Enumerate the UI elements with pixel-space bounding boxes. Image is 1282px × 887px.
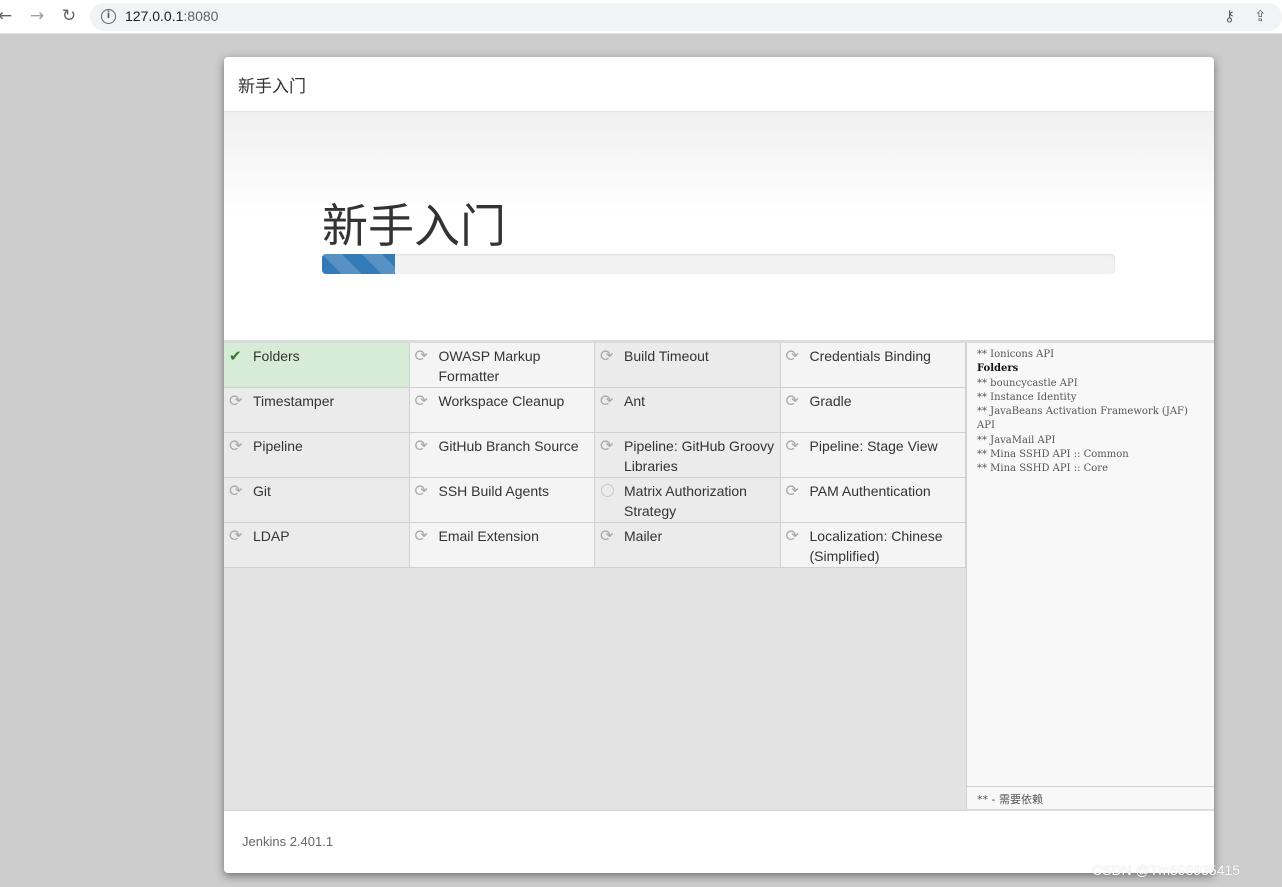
plugin-item: ⟳ GitHub Branch Source xyxy=(409,433,595,478)
refresh-icon: ⟳ xyxy=(229,481,243,500)
install-progress-fill xyxy=(322,254,395,274)
plugin-item: ⟳ SSH Build Agents xyxy=(409,478,595,523)
refresh-icon: ⟳ xyxy=(229,391,243,410)
browser-toolbar: ← → ↻ i 127.0.0.1:8080 ⚷ ⇪ xyxy=(0,0,1282,34)
plugin-name: Ant xyxy=(624,393,646,409)
install-progress-bar xyxy=(322,254,1115,274)
jenkins-version: Jenkins 2.401.1 xyxy=(242,834,334,849)
refresh-icon: ⟳ xyxy=(414,391,428,410)
reload-icon[interactable]: ↻ xyxy=(58,5,80,27)
plugin-item: ⟳ OWASP Markup Formatter xyxy=(409,343,595,388)
plugin-item: ⟳ Pipeline: GitHub Groovy Libraries xyxy=(595,433,781,478)
log-line: ** bouncycastle API xyxy=(977,377,1078,389)
dialog-header: 新手入门 xyxy=(224,57,1214,112)
refresh-icon: ⟳ xyxy=(600,526,614,545)
site-info-icon[interactable]: i xyxy=(101,9,116,24)
log-line: ** Instance Identity xyxy=(977,391,1077,403)
plugin-name: Workspace Cleanup xyxy=(438,393,565,409)
plugin-item: ⟳ Pipeline: Stage View xyxy=(780,433,966,478)
log-legend: ** - 需要依赖 xyxy=(967,786,1214,809)
plugin-name: Localization: Chinese (Simplified) xyxy=(809,528,943,564)
plugin-name: Timestamper xyxy=(253,393,335,409)
plugin-name: Folders xyxy=(253,348,300,364)
plugin-name: OWASP Markup Formatter xyxy=(438,348,541,384)
refresh-icon: ⟳ xyxy=(600,436,614,455)
plugin-name: PAM Authentication xyxy=(809,483,931,499)
refresh-icon: ⟳ xyxy=(229,526,243,545)
plugin-name: Credentials Binding xyxy=(809,348,931,364)
dialog-title: 新手入门 xyxy=(238,77,306,97)
log-line: ** Mina SSHD API :: Common xyxy=(977,449,1129,461)
install-content: ✔ Folders ⟳ OWASP Markup Formatter ⟳ Build Ti… xyxy=(224,343,1214,809)
refresh-icon: ⟳ xyxy=(785,391,799,410)
plugin-name: LDAP xyxy=(253,528,290,544)
refresh-icon: ⟳ xyxy=(600,391,614,410)
plugin-item: ⟳ Pipeline xyxy=(224,433,410,478)
refresh-icon: ⟳ xyxy=(600,346,614,365)
hero-title: 新手入门 xyxy=(322,199,506,253)
plugin-item: Matrix Authorization Strategy xyxy=(595,478,781,523)
refresh-icon: ⟳ xyxy=(785,346,799,365)
refresh-icon: ⟳ xyxy=(414,346,428,365)
plugin-name: Pipeline: Stage View xyxy=(809,438,938,454)
check-icon: ✔ xyxy=(229,347,242,365)
plugin-item: ⟳ Build Timeout xyxy=(595,343,781,388)
forward-icon[interactable]: → xyxy=(26,5,48,27)
install-log-panel[interactable]: ** Ionicons API Folders ** bouncycastle AP… xyxy=(966,343,1214,809)
log-line: ** Ionicons API xyxy=(977,349,1055,360)
plugin-name: Git xyxy=(253,483,271,499)
plugin-item: ⟳ Credentials Binding xyxy=(780,343,966,388)
share-icon[interactable]: ⇪ xyxy=(1254,7,1267,25)
plugin-grid-area: ✔ Folders ⟳ OWASP Markup Formatter ⟳ Build Ti… xyxy=(224,343,966,809)
plugin-item: ⟳ Gradle xyxy=(780,388,966,433)
plugin-name: SSH Build Agents xyxy=(438,483,550,499)
refresh-icon: ⟳ xyxy=(414,481,428,500)
plugin-name: Pipeline: GitHub Groovy Libraries xyxy=(624,438,775,474)
log-line: ** Mina SSHD API :: Core xyxy=(977,463,1109,475)
url-port: :8080 xyxy=(183,8,219,24)
hero-section: 新手入门 xyxy=(224,112,1214,343)
plugin-item: ⟳ PAM Authentication xyxy=(780,478,966,523)
url-text[interactable]: 127.0.0.1:8080 xyxy=(125,8,218,24)
plugin-item: ⟳ Workspace Cleanup xyxy=(409,388,595,433)
refresh-icon: ⟳ xyxy=(414,526,428,545)
plugin-item: ⟳ Git xyxy=(224,478,410,523)
address-bar[interactable]: i 127.0.0.1:8080 ⚷ ⇪ xyxy=(90,3,1282,31)
plugin-item: ✔ Folders xyxy=(224,343,410,388)
plugin-name: Mailer xyxy=(624,528,663,544)
watermark: CSDN @Tm598935415 xyxy=(1092,862,1241,878)
plugin-name: Email Extension xyxy=(438,528,539,544)
key-icon[interactable]: ⚷ xyxy=(1224,7,1235,25)
refresh-icon: ⟳ xyxy=(785,436,799,455)
setup-wizard-dialog: 新手入门 新手入门 ✔ Folders ⟳ OWASP Markup Formatte… xyxy=(224,57,1214,873)
plugin-name: Pipeline xyxy=(253,438,303,454)
plugin-name: GitHub Branch Source xyxy=(438,438,579,454)
back-icon[interactable]: ← xyxy=(0,5,16,27)
refresh-icon: ⟳ xyxy=(414,436,428,455)
plugin-grid: ✔ Folders ⟳ OWASP Markup Formatter ⟳ Build Ti… xyxy=(224,343,966,568)
plugin-name: Build Timeout xyxy=(624,348,709,364)
plugin-item: ⟳ Mailer xyxy=(595,523,781,568)
plugin-item: ⟳ Ant xyxy=(595,388,781,433)
install-log: ** Ionicons API Folders ** bouncycastle AP… xyxy=(967,343,1214,482)
plugin-name: Matrix Authorization Strategy xyxy=(624,483,747,519)
dialog-footer: Jenkins 2.401.1 xyxy=(224,809,1214,870)
url-host: 127.0.0.1 xyxy=(125,8,184,24)
refresh-icon: ⟳ xyxy=(785,526,799,545)
plugin-item: ⟳ Email Extension xyxy=(409,523,595,568)
log-line: ** JavaBeans Activation Framework (JAF) … xyxy=(977,406,1188,432)
plugin-item: ⟳ Localization: Chinese (Simplified) xyxy=(780,523,966,568)
refresh-icon: ⟳ xyxy=(229,436,243,455)
log-line: Folders xyxy=(977,363,1019,375)
log-line: ** JavaMail API xyxy=(977,434,1056,446)
plugin-item: ⟳ Timestamper xyxy=(224,388,410,433)
refresh-icon: ⟳ xyxy=(785,481,799,500)
plugin-item: ⟳ LDAP xyxy=(224,523,410,568)
plugin-name: Gradle xyxy=(809,393,852,409)
pending-circle-icon xyxy=(601,484,614,497)
